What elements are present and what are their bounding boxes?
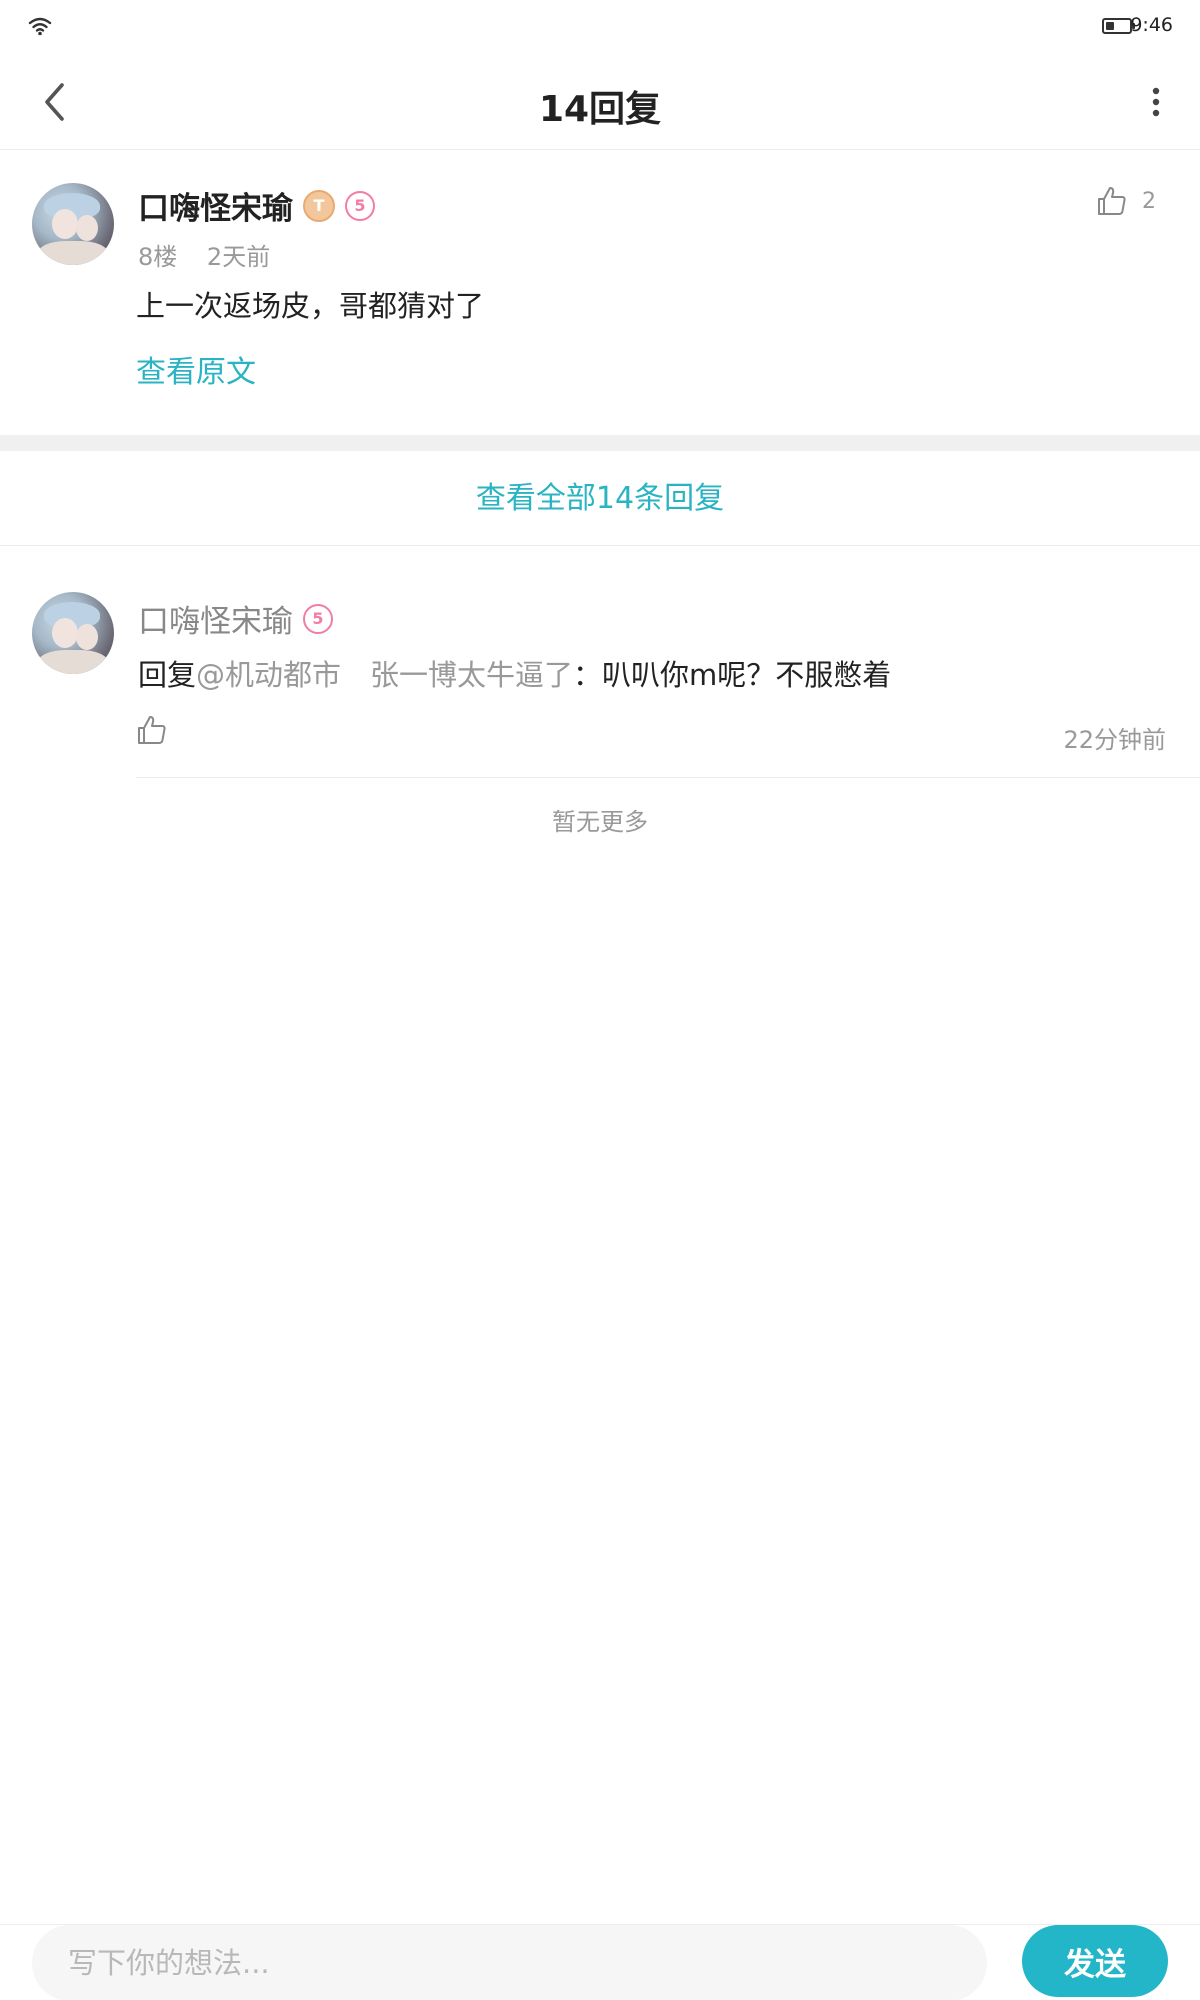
reply-username[interactable]: 口嗨怪宋瑜 [138, 596, 293, 641]
comment-input[interactable] [32, 1925, 987, 2000]
reply-like-button[interactable] [136, 714, 168, 750]
reply-colon: ： [573, 658, 603, 692]
wifi-icon [28, 17, 52, 36]
comment-author-row: 口嗨怪宋瑜 T 5 [138, 183, 375, 228]
vip-badge: 5 [345, 190, 375, 221]
reply-divider [136, 777, 1200, 778]
floor-number: 8楼 [138, 243, 178, 271]
battery-icon [1102, 18, 1135, 34]
avatar[interactable] [32, 183, 114, 265]
reply-prefix: 回复 [138, 658, 197, 692]
send-button[interactable]: 发送 [1022, 1925, 1168, 1997]
more-vertical-icon [1152, 87, 1160, 117]
comment-time: 2天前 [206, 243, 271, 271]
section-divider [0, 435, 1200, 451]
like-count: 2 [1142, 188, 1156, 214]
no-more-text: 暂无更多 [552, 808, 648, 836]
reply-body: 叭叭你m呢？不服憋着 [602, 658, 892, 692]
level-badge: T [303, 189, 335, 222]
username[interactable]: 口嗨怪宋瑜 [138, 183, 293, 228]
more-options-button[interactable] [1130, 76, 1182, 128]
view-original-link[interactable]: 查看原文 [136, 347, 256, 391]
reply-avatar[interactable] [32, 592, 114, 674]
reply-detail-screen: 9:46 14回复 口嗨怪宋瑜 T 5 8楼 2天前 上一次返场皮，哥都猜对了 … [0, 0, 1200, 2000]
title-bar: 14回复 [0, 56, 1200, 150]
comment-composer: 发送 [0, 1924, 1200, 2000]
clock: 9:46 [1130, 14, 1173, 36]
reply-time: 22分钟前 [1063, 726, 1166, 754]
main-comment: 口嗨怪宋瑜 T 5 8楼 2天前 上一次返场皮，哥都猜对了 查看原文 2 [0, 151, 1200, 435]
status-bar: 9:46 [0, 0, 1200, 56]
thumbs-up-icon [138, 716, 166, 744]
battery-fill [1106, 22, 1114, 30]
thumbs-up-icon [1098, 187, 1126, 215]
vip-badge: 5 [303, 603, 333, 634]
reply-mention[interactable]: @机动都市 张一博太牛逼了 [196, 658, 573, 692]
view-all-replies-link[interactable]: 查看全部14条回复 [0, 451, 1200, 546]
like-button[interactable]: 2 [1096, 185, 1156, 217]
comment-meta: 8楼 2天前 [138, 237, 270, 272]
reply-item: 口嗨怪宋瑜 5 回复@机动都市 张一博太牛逼了：叭叭你m呢？不服憋着 22分钟前 [0, 546, 1200, 778]
page-title: 14回复 [538, 89, 662, 130]
reply-author-row: 口嗨怪宋瑜 5 [138, 596, 333, 641]
reply-text: 回复@机动都市 张一博太牛逼了：叭叭你m呢？不服憋着 [138, 652, 891, 694]
comment-text: 上一次返场皮，哥都猜对了 [136, 289, 485, 323]
